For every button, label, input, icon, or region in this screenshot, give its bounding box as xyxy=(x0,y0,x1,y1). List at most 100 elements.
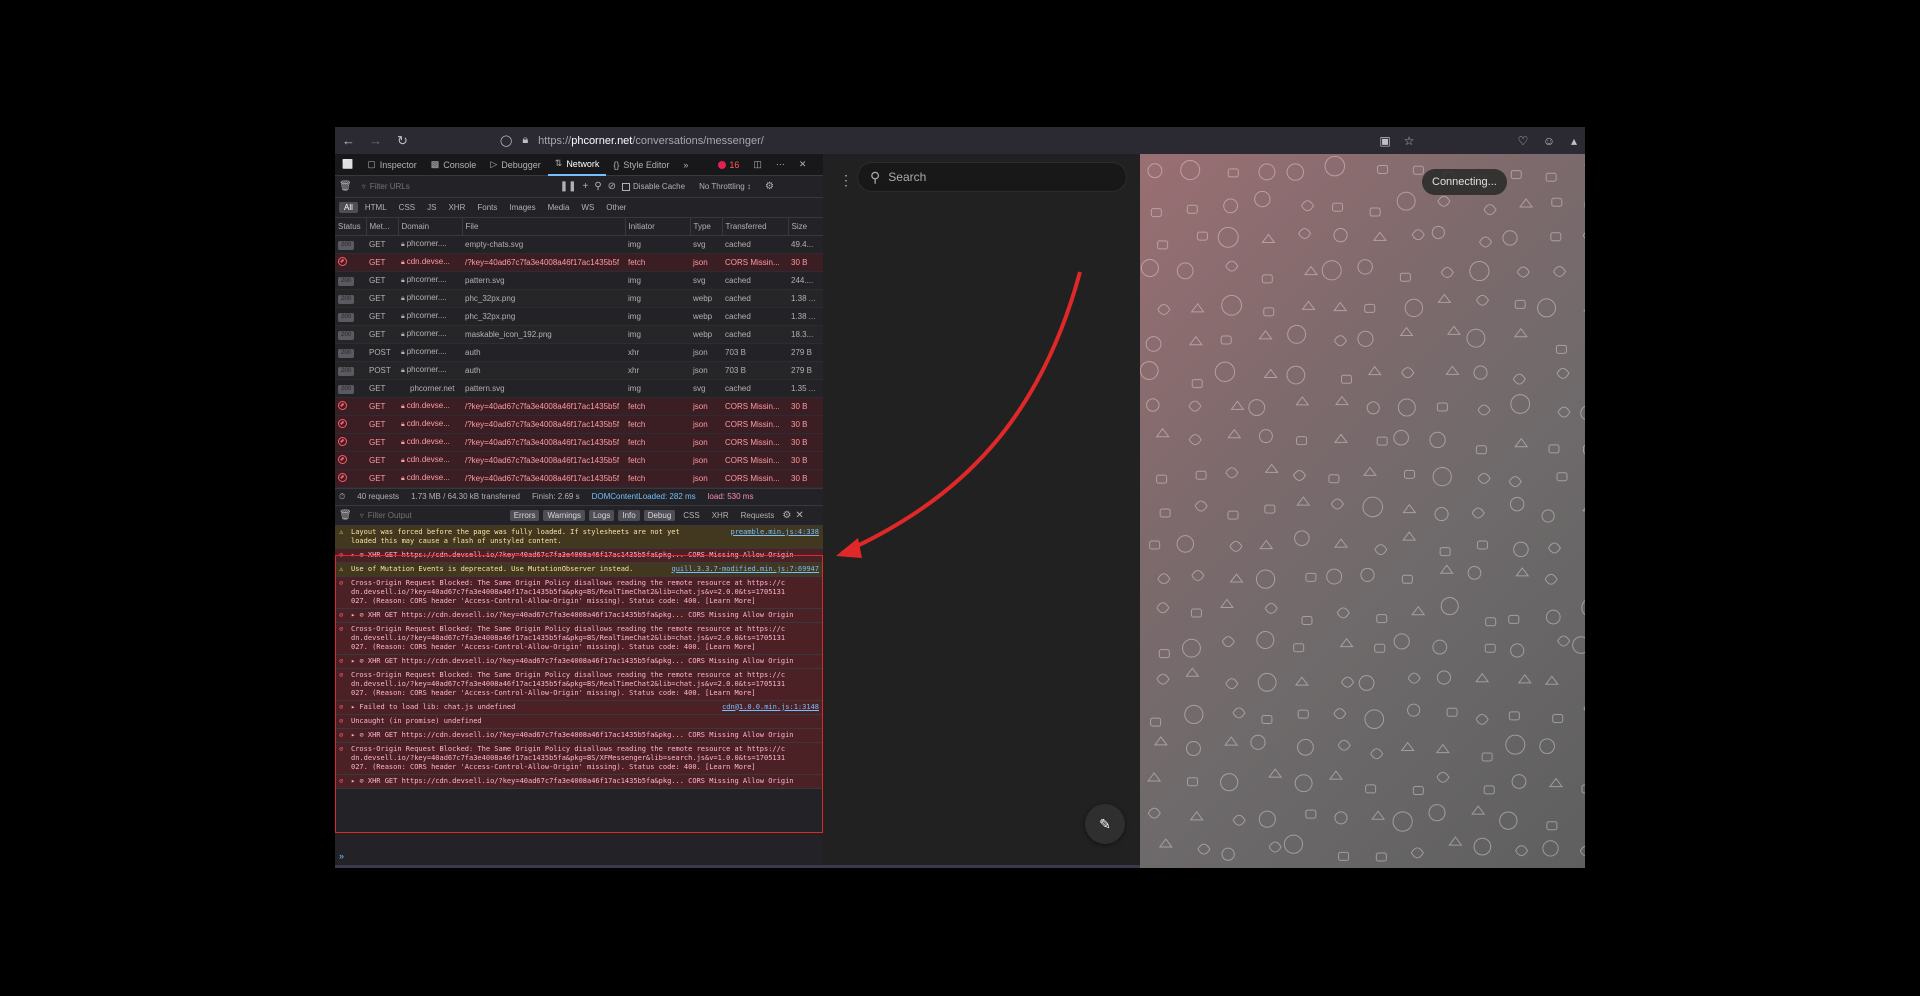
tab-debugger[interactable]: ▷ Debugger xyxy=(483,154,547,176)
plus-icon[interactable]: + xyxy=(582,181,588,192)
source-link[interactable]: preamble.min.js:4:338 xyxy=(726,527,819,537)
table-row[interactable]: GET 🔒︎ cdn.devse.../?key=40ad67c7fa3e4008a… xyxy=(335,433,823,452)
source-link[interactable]: cdn@1.0.0.min.js:1:3148 xyxy=(718,702,819,712)
back-arrow-icon[interactable]: ← xyxy=(335,127,362,154)
table-row[interactable]: 200 GET 🔒︎ phcorner.... phc_32px.png img webp c… xyxy=(335,289,823,308)
console-message[interactable]: ⊘ ▸ ⊘ XHR GET https://cdn.devsell.io/?key… xyxy=(335,548,823,563)
lock-icon[interactable]: 🔒︎ xyxy=(522,134,528,147)
column-header-method[interactable]: Met... xyxy=(366,218,399,236)
url-text[interactable]: https://phcorner.net/conversations/messe… xyxy=(538,135,764,147)
type-filter-other[interactable]: Other xyxy=(601,202,631,213)
address-bar[interactable]: ◯ 🔒︎ https://phcorner.net/conversations/… xyxy=(500,130,1350,151)
level-debug-button[interactable]: Debug xyxy=(643,509,676,521)
console-input[interactable]: » xyxy=(335,851,823,866)
table-row[interactable]: 200 POST 🔒︎ phcorner.... auth xhr json 703 B 279… xyxy=(335,361,823,380)
trash-icon[interactable]: 🗑︎ xyxy=(339,181,352,192)
filter-output-input[interactable]: ▿ Filter Output xyxy=(356,507,506,523)
block-icon[interactable]: ⊘ xyxy=(608,181,616,192)
gear-icon[interactable]: ⚙ xyxy=(782,510,791,521)
source-link[interactable]: quill.3.3.7-modified.min.js:7:69947 xyxy=(667,564,819,574)
console-message[interactable]: ⚠ Use of Mutation Events is deprecated. U… xyxy=(335,562,823,577)
table-row[interactable]: GET 🔒︎ cdn.devse.../?key=40ad67c7fa3e4008a… xyxy=(335,253,823,272)
console-message[interactable]: ⊘ Cross-Origin Request Blocked: The Same … xyxy=(335,742,823,775)
table-row[interactable]: GET 🔒︎ cdn.devse.../?key=40ad67c7fa3e4008a… xyxy=(335,451,823,470)
level-warnings-button[interactable]: Warnings xyxy=(543,509,585,521)
bookmark-star-icon[interactable]: ☆ xyxy=(1396,127,1422,154)
extensions-icon[interactable]: ▴ xyxy=(1561,127,1587,154)
console-message[interactable]: ⚠ Layout was forced before the page was f… xyxy=(335,525,823,549)
level-errors-button[interactable]: Errors xyxy=(509,509,540,521)
tab-inspector[interactable]: ▢ Inspector xyxy=(360,154,424,176)
tab-style-editor[interactable]: {} Style Editor xyxy=(606,154,676,176)
search-icon[interactable]: ⚲ xyxy=(594,181,601,192)
menu-dots-icon[interactable]: ⋮ xyxy=(839,172,853,189)
reload-icon[interactable]: ↻ xyxy=(389,127,416,154)
tab-network[interactable]: ⇅ Network xyxy=(547,154,607,176)
table-row[interactable]: 200 GET 🔒︎ phcorner.... maskable_icon_192.pn… xyxy=(335,325,823,344)
column-header-initiator[interactable]: Initiator xyxy=(625,218,691,236)
type-filter-html[interactable]: HTML xyxy=(360,202,392,213)
console-message[interactable]: ⊘ Cross-Origin Request Blocked: The Same … xyxy=(335,668,823,701)
gear-icon[interactable]: ⚙ xyxy=(765,181,774,192)
console-message[interactable]: ⊘ ▸ ⊘ XHR GET https://cdn.devsell.io/?key… xyxy=(335,608,823,623)
type-filter-css[interactable]: CSS xyxy=(394,202,420,213)
close-icon[interactable]: ✕ xyxy=(792,154,814,176)
close-icon[interactable]: ✕ xyxy=(795,510,803,521)
error-count-badge[interactable]: 16 xyxy=(711,154,746,176)
table-row[interactable]: GET 🔒︎ cdn.devse.../?key=40ad67c7fa3e4008a… xyxy=(335,397,823,416)
disable-cache-checkbox[interactable]: Disable Cache xyxy=(622,182,685,191)
column-header-size[interactable]: Size xyxy=(788,218,824,236)
translate-icon[interactable]: ▣ xyxy=(1372,127,1398,154)
column-header-type[interactable]: Type xyxy=(690,218,723,236)
console-message[interactable]: ⊘ ▸ ⊘ XHR GET https://cdn.devsell.io/?key… xyxy=(335,774,823,789)
filter-xhr-button[interactable]: XHR xyxy=(708,510,733,521)
table-row[interactable]: 200 POST 🔒︎ phcorner.... auth xhr json 703 B 279… xyxy=(335,343,823,362)
cell-initiator: xhr xyxy=(625,343,690,362)
compose-button[interactable]: ✎ xyxy=(1085,804,1125,844)
level-logs-button[interactable]: Logs xyxy=(588,509,615,521)
table-row[interactable]: 200 GET 🔒︎ phcorner.... phc_32px.png img webp c… xyxy=(335,307,823,326)
table-row[interactable]: GET 🔒︎ cdn.devse.../?key=40ad67c7fa3e4008a… xyxy=(335,469,823,488)
type-filter-media[interactable]: Media xyxy=(543,202,575,213)
column-header-status[interactable]: Status xyxy=(335,218,367,236)
console-message[interactable]: ⊘ ▸ ⊘ XHR GET https://cdn.devsell.io/?key… xyxy=(335,728,823,743)
trash-icon[interactable]: 🗑︎ xyxy=(339,510,352,521)
warning-icon: ⚠ xyxy=(339,527,344,536)
pocket-icon[interactable]: ♡ xyxy=(1510,127,1536,154)
type-filter-js[interactable]: JS xyxy=(422,202,441,213)
table-row[interactable]: 200 GET 🔒︎ phcorner.... pattern.svg img svg cac… xyxy=(335,271,823,290)
tab-console[interactable]: ▩ Console xyxy=(424,154,484,176)
column-header-transferred[interactable]: Transferred xyxy=(722,218,789,236)
dock-icon[interactable]: ◫ xyxy=(746,154,769,176)
filter-urls-input[interactable]: ▿ Filter URLs xyxy=(358,179,554,195)
table-row[interactable]: 200 GET phcorner.net pattern.svg img svg cache… xyxy=(335,379,823,398)
type-filter-images[interactable]: Images xyxy=(504,202,540,213)
forward-arrow-icon[interactable]: → xyxy=(362,127,389,154)
doodle-shape xyxy=(1258,329,1273,340)
type-filter-fonts[interactable]: Fonts xyxy=(472,202,502,213)
doodle-shape xyxy=(1230,400,1245,410)
console-message[interactable]: ⊘ ▸ ⊘ XHR GET https://cdn.devsell.io/?key… xyxy=(335,654,823,669)
console-message[interactable]: ⊘ Cross-Origin Request Blocked: The Same … xyxy=(335,622,823,655)
overflow-menu-icon[interactable]: ⋯ xyxy=(769,154,792,176)
table-row[interactable]: 200 GET 🔒︎ phcorner.... empty-chats.svg img sv… xyxy=(335,235,823,254)
level-info-button[interactable]: Info xyxy=(618,509,640,521)
console-message[interactable]: ⊘ ▸ Failed to load lib: chat.js undefined… xyxy=(335,700,823,715)
console-message[interactable]: ⊘ Cross-Origin Request Blocked: The Same … xyxy=(335,576,823,609)
filter-css-button[interactable]: CSS xyxy=(679,510,703,521)
type-filter-ws[interactable]: WS xyxy=(576,202,599,213)
throttling-select[interactable]: No Throttling ↕ xyxy=(699,182,751,191)
table-row[interactable]: GET 🔒︎ cdn.devse.../?key=40ad67c7fa3e4008a… xyxy=(335,415,823,434)
filter-requests-button[interactable]: Requests xyxy=(737,510,779,521)
type-filter-xhr[interactable]: XHR xyxy=(443,202,470,213)
element-picker-icon[interactable]: ⬜ xyxy=(335,154,360,176)
type-filter-all[interactable]: All xyxy=(339,202,358,213)
pause-icon[interactable]: ❚❚ xyxy=(560,181,577,192)
shield-icon[interactable]: ◯ xyxy=(500,134,512,147)
column-header-file[interactable]: File xyxy=(462,218,626,236)
account-icon[interactable]: ☺ xyxy=(1536,127,1562,154)
more-tabs-icon[interactable]: » xyxy=(676,154,695,176)
column-header-domain[interactable]: Domain xyxy=(398,218,463,236)
console-message[interactable]: ⊘ Uncaught (in promise) undefined xyxy=(335,714,823,729)
search-input[interactable]: ⚲ Search xyxy=(857,162,1127,192)
